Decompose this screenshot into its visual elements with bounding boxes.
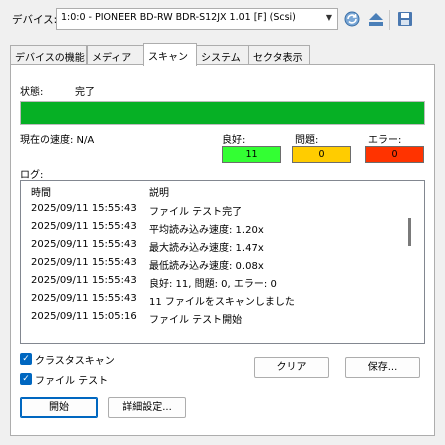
device-label: デバイス: <box>12 14 58 26</box>
column-header-description[interactable]: 説明 <box>149 184 169 199</box>
issue-count: 0 <box>292 146 351 163</box>
cluster-scan-checkbox[interactable]: ✓ <box>20 353 32 365</box>
error-label: エラー: <box>368 135 402 146</box>
save-log-button[interactable]: 保存... <box>345 357 420 378</box>
log-label: ログ: <box>20 170 44 181</box>
log-time: 2025/09/11 15:55:43 <box>31 203 137 214</box>
log-time: 2025/09/11 15:55:43 <box>31 257 137 268</box>
log-description: ファイル テスト完了 <box>149 207 243 218</box>
status-value: 完了 <box>75 87 95 98</box>
advanced-settings-button[interactable]: 詳細設定... <box>108 397 186 418</box>
log-row[interactable]: 2025/09/11 15:55:43 ファイル テスト完了 <box>21 203 411 220</box>
file-test-label[interactable]: ファイル テスト <box>35 372 108 387</box>
log-description: 11 ファイルをスキャンしました <box>149 297 295 308</box>
chevron-down-icon: ▼ <box>325 13 332 22</box>
device-select-value: 1:0:0 - PIONEER BD-RW BDR-S12JX 1.01 [F]… <box>61 12 296 23</box>
tab-system[interactable]: システム <box>196 45 249 65</box>
log-row[interactable]: 2025/09/11 15:55:43 良好: 11, 問題: 0, エラー: … <box>21 275 411 292</box>
log-description: 最低読み込み速度: 0.08x <box>149 261 264 272</box>
log-row[interactable]: 2025/09/11 15:55:43 最大読み込み速度: 1.47x <box>21 239 411 256</box>
log-list[interactable]: 時間 説明 2025/09/11 15:55:43 ファイル テスト完了 202… <box>20 180 425 344</box>
log-description: ファイル テスト開始 <box>149 315 243 326</box>
log-time: 2025/09/11 15:55:43 <box>31 275 137 286</box>
good-count: 11 <box>222 146 281 163</box>
tab-sector-view[interactable]: セクタ表示 <box>248 45 310 65</box>
tab-device-features[interactable]: デバイスの機能 <box>10 45 87 65</box>
error-count: 0 <box>365 146 424 163</box>
eject-icon[interactable] <box>367 10 385 28</box>
log-row[interactable]: 2025/09/11 15:55:43 平均読み込み速度: 1.20x <box>21 221 411 238</box>
column-header-time[interactable]: 時間 <box>31 184 51 199</box>
toolbar-separator <box>389 10 390 30</box>
log-time: 2025/09/11 15:55:43 <box>31 239 137 250</box>
refresh-icon[interactable] <box>343 10 361 28</box>
file-test-checkbox[interactable]: ✓ <box>20 373 32 385</box>
issue-label: 問題: <box>295 135 319 146</box>
log-description: 平均読み込み速度: 1.20x <box>149 225 264 236</box>
log-time: 2025/09/11 15:05:16 <box>31 311 137 322</box>
tab-scan[interactable]: スキャン <box>143 43 197 66</box>
current-speed: 現在の速度: N/A <box>20 135 95 146</box>
scan-progress-bar <box>20 101 425 125</box>
log-row[interactable]: 2025/09/11 15:55:43 最低読み込み速度: 0.08x <box>21 257 411 274</box>
log-row[interactable]: 2025/09/11 15:55:43 11 ファイルをスキャンしました <box>21 293 411 310</box>
log-description: 最大読み込み速度: 1.47x <box>149 243 264 254</box>
log-time: 2025/09/11 15:55:43 <box>31 293 137 304</box>
tab-media[interactable]: メディア <box>87 45 144 65</box>
cluster-scan-label[interactable]: クラスタスキャン <box>35 352 115 367</box>
status-label: 状態: <box>20 87 44 98</box>
save-icon[interactable] <box>396 10 414 28</box>
clear-button[interactable]: クリア <box>254 357 329 378</box>
log-row[interactable]: 2025/09/11 15:05:16 ファイル テスト開始 <box>21 311 411 328</box>
log-description: 良好: 11, 問題: 0, エラー: 0 <box>149 279 277 290</box>
good-label: 良好: <box>222 135 246 146</box>
log-scrollbar-thumb[interactable] <box>408 218 411 246</box>
start-button[interactable]: 開始 <box>20 397 98 418</box>
device-select[interactable]: 1:0:0 - PIONEER BD-RW BDR-S12JX 1.01 [F]… <box>56 8 338 30</box>
log-time: 2025/09/11 15:55:43 <box>31 221 137 232</box>
